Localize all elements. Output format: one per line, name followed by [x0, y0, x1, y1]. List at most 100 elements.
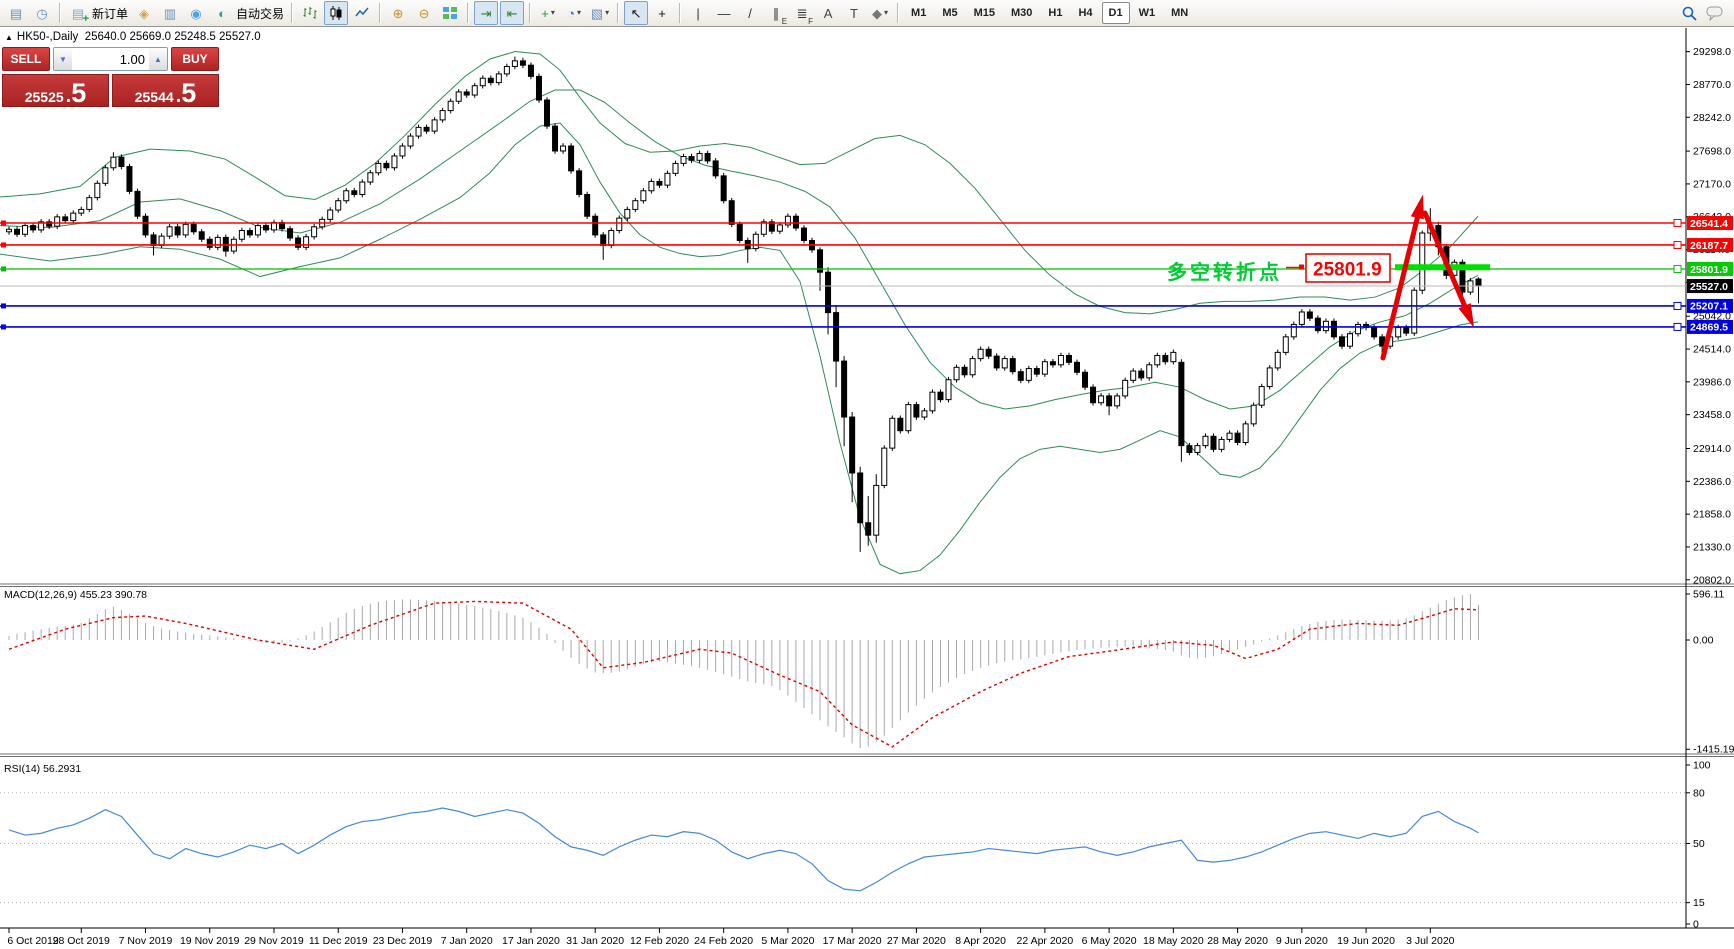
- candle: [1131, 371, 1136, 380]
- hline-left-marker[interactable]: [1, 221, 6, 226]
- hline-left-marker[interactable]: [1, 266, 6, 271]
- candle: [1139, 371, 1144, 378]
- candle: [617, 218, 622, 230]
- candle: [1219, 439, 1224, 449]
- candle: [1420, 233, 1425, 290]
- candle: [561, 146, 566, 151]
- date-tick-label: 11 Dec 2019: [309, 935, 368, 947]
- date-tick-label: 18 May 2020: [1143, 935, 1204, 947]
- candle: [1323, 321, 1328, 330]
- candle: [681, 157, 686, 164]
- candle: [504, 66, 509, 73]
- price-axis-tick-label: 24514.0: [1693, 344, 1731, 356]
- buy-button[interactable]: BUY: [171, 47, 219, 71]
- price-axis-tick-label: 21330.0: [1693, 541, 1731, 553]
- hline-right-marker[interactable]: [1674, 241, 1681, 248]
- rsi-axis-label: 100: [1693, 760, 1711, 772]
- candle: [842, 361, 847, 417]
- candle: [882, 448, 887, 485]
- candle: [207, 239, 212, 247]
- candle: [336, 201, 341, 210]
- candle: [705, 153, 710, 160]
- candle: [23, 226, 28, 235]
- turning-point-label[interactable]: 多空转折点: [1167, 260, 1282, 284]
- candle: [424, 127, 429, 131]
- volume-input[interactable]: [72, 48, 149, 70]
- hline-right-marker[interactable]: [1674, 265, 1681, 272]
- candle: [721, 176, 726, 201]
- candle: [1339, 337, 1344, 346]
- hline-left-marker[interactable]: [1, 324, 6, 329]
- sell-button[interactable]: SELL: [2, 47, 50, 71]
- macd-axis-label: 596.11: [1693, 589, 1724, 601]
- candle: [296, 238, 301, 247]
- candle: [1074, 362, 1079, 372]
- candle: [384, 163, 389, 167]
- candle: [512, 61, 517, 67]
- date-tick-label: 28 Oct 2019: [53, 935, 110, 947]
- candle: [1227, 433, 1232, 439]
- candle: [874, 485, 879, 535]
- collapse-panel-icon[interactable]: ▲: [5, 33, 13, 42]
- candle: [777, 225, 782, 231]
- candle: [906, 405, 911, 431]
- candle: [408, 136, 413, 146]
- candle: [1034, 369, 1039, 375]
- candle: [938, 392, 943, 399]
- symbol-header: ▲HK50-,Daily 25640.0 25669.0 25248.5 255…: [5, 31, 261, 43]
- chart-area[interactable]: 29298.028770.028242.027698.027170.026642…: [0, 0, 1734, 949]
- date-tick-label: 29 Nov 2019: [244, 935, 304, 947]
- hline-left-marker[interactable]: [1, 303, 6, 308]
- candle: [520, 61, 525, 65]
- candle: [247, 231, 252, 235]
- date-tick-label: 24 Feb 2020: [694, 935, 753, 947]
- candle: [528, 65, 533, 76]
- price-label: 25527.0: [1690, 281, 1728, 293]
- candle: [866, 523, 871, 535]
- price-axis-tick-label: 23986.0: [1693, 376, 1731, 388]
- hline-right-marker[interactable]: [1674, 220, 1681, 227]
- volume-decrease-button[interactable]: ▼: [54, 48, 72, 70]
- candle: [111, 157, 116, 168]
- candle: [593, 216, 598, 235]
- candle: [713, 161, 718, 176]
- candle: [103, 168, 108, 184]
- date-tick-label: 31 Jan 2020: [566, 935, 624, 947]
- candle: [601, 235, 606, 246]
- hline-right-marker[interactable]: [1674, 323, 1681, 330]
- candle: [1307, 312, 1312, 318]
- candle: [1187, 446, 1192, 453]
- candle: [368, 173, 373, 182]
- price-axis-tick-label: 20802.0: [1693, 574, 1731, 586]
- candle: [1476, 279, 1481, 286]
- price-label: 26541.4: [1690, 218, 1728, 230]
- candle: [536, 76, 541, 100]
- candle: [496, 74, 501, 83]
- candle: [191, 224, 196, 231]
- price-label: 26187.7: [1690, 240, 1728, 252]
- sell-price[interactable]: 25525.5: [2, 74, 109, 107]
- candle: [328, 210, 333, 219]
- macd-axis-label: 0.00: [1693, 635, 1714, 647]
- candle: [1195, 446, 1200, 453]
- volume-increase-button[interactable]: ▲: [149, 48, 167, 70]
- candle: [689, 157, 694, 161]
- bollinger-lower-band: [0, 123, 1478, 574]
- candle: [1243, 424, 1248, 443]
- candle: [673, 163, 678, 173]
- mt4-window: { "toolbar": { "items": [ {"t":"btn","na…: [0, 0, 1734, 949]
- candle: [1203, 436, 1208, 445]
- candle: [577, 171, 582, 195]
- hline-right-marker[interactable]: [1674, 302, 1681, 309]
- buy-price[interactable]: 25544.5: [112, 74, 219, 107]
- date-tick-label: 5 Mar 2020: [761, 935, 814, 947]
- candle: [1147, 365, 1152, 378]
- candle: [1058, 355, 1063, 364]
- rsi-axis-label: 15: [1693, 897, 1705, 909]
- candle: [898, 418, 903, 430]
- date-tick-label: 19 Jun 2020: [1337, 935, 1395, 947]
- hline-left-marker[interactable]: [1, 242, 6, 247]
- date-tick-label: 12 Feb 2020: [630, 935, 689, 947]
- ohlc-low: 25248.5: [174, 31, 216, 43]
- price-callout-value: 25801.9: [1313, 260, 1382, 281]
